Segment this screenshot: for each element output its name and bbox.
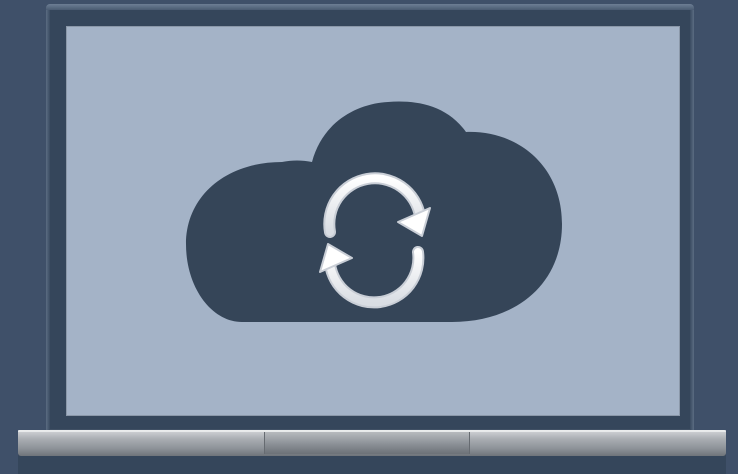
base-opening-notch [264, 432, 470, 454]
laptop-illustration [0, 0, 738, 474]
lid-edge-left [46, 10, 50, 430]
lid-edge-right [690, 10, 694, 430]
cloud-icon [186, 101, 562, 322]
laptop-footer-shadow [18, 456, 726, 474]
laptop-screen [66, 26, 680, 416]
cloud-sync-graphic [186, 101, 562, 322]
laptop-base [18, 430, 726, 456]
